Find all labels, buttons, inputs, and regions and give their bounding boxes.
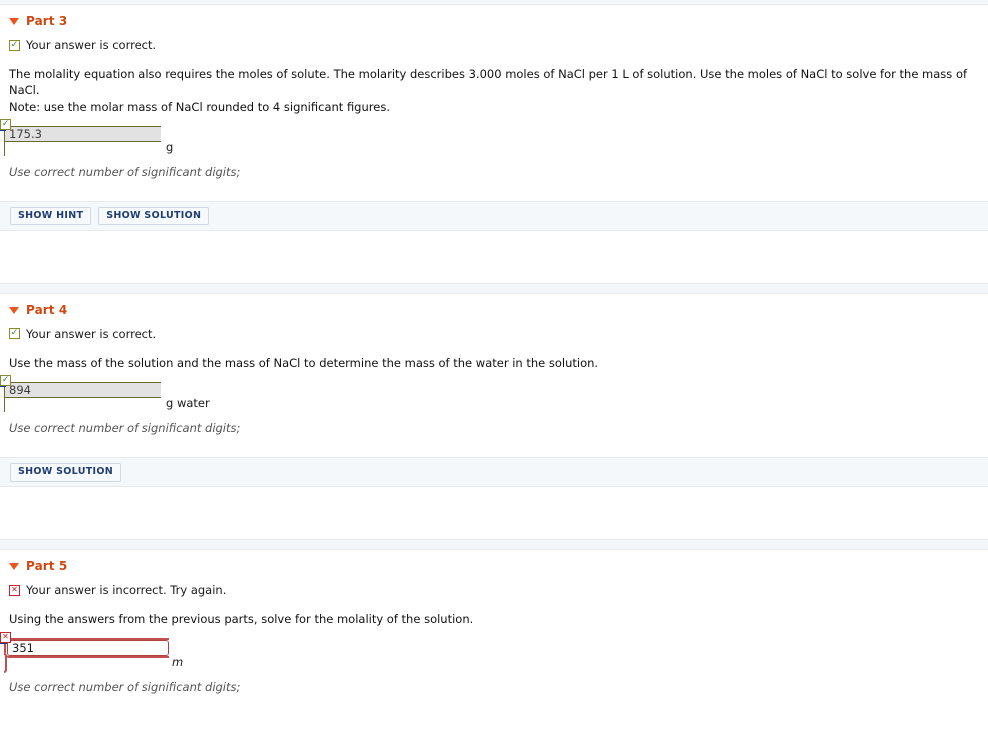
part-3-header[interactable]: Part 3 bbox=[0, 5, 988, 28]
part-5-block: Part 5 ✕ Your answer is incorrect. Try a… bbox=[0, 550, 988, 694]
part-4-answer-row: ✓ g water bbox=[0, 371, 988, 413]
part-3-prompt-line1: The molality equation also requires the … bbox=[9, 67, 968, 98]
show-solution-button[interactable]: SHOW SOLUTION bbox=[98, 206, 210, 226]
part-5-answer-input[interactable] bbox=[7, 639, 169, 656]
part-3-title: Part 3 bbox=[26, 14, 68, 28]
check-icon: ✓ bbox=[9, 328, 20, 340]
part-4-answer-input[interactable] bbox=[5, 383, 161, 398]
part-3-block: Part 3 ✓ Your answer is correct. The mol… bbox=[0, 5, 988, 283]
part-3-sig-note: Use correct number of significant digits… bbox=[9, 164, 241, 179]
part-3-unit-label: g bbox=[166, 139, 174, 154]
part-4-status-text: Your answer is correct. bbox=[26, 326, 157, 341]
part-4-prompt: Use the mass of the solution and the mas… bbox=[0, 341, 969, 371]
divider-part-3-4 bbox=[0, 282, 988, 294]
check-icon: ✓ bbox=[9, 39, 20, 51]
part-5-answer-row: ✕ m bbox=[0, 628, 988, 673]
part-4-sig-note: Use correct number of significant digits… bbox=[9, 421, 241, 436]
cross-icon-field: ✕ bbox=[0, 631, 11, 643]
part-5-header[interactable]: Part 5 bbox=[0, 550, 988, 573]
part-3-input-wrap: ✓ bbox=[0, 118, 161, 156]
part-5-sig-note: Use correct number of significant digits… bbox=[9, 679, 241, 694]
cross-icon: ✕ bbox=[9, 584, 20, 596]
part-5-prompt-line1: Using the answers from the previous part… bbox=[9, 612, 474, 627]
triangle-down-icon[interactable] bbox=[9, 563, 19, 571]
part-5-input-wrap: ✕ bbox=[0, 631, 169, 673]
part-3-prompt-line2: Note: use the molar mass of NaCl rounded… bbox=[9, 99, 390, 114]
part-3-prompt: The molality equation also requires the … bbox=[0, 52, 969, 115]
part-4-bottom-spacer bbox=[0, 487, 988, 539]
part-5-prompt: Using the answers from the previous part… bbox=[0, 597, 969, 627]
triangle-down-icon[interactable] bbox=[9, 306, 19, 314]
part-5-unit-label: m bbox=[172, 654, 184, 669]
part-3-status: ✓ Your answer is correct. bbox=[0, 28, 988, 52]
part-4-unit-label: g water bbox=[166, 396, 210, 411]
part-5-input-shell[interactable] bbox=[0, 634, 169, 673]
part-4-header[interactable]: Part 4 bbox=[0, 294, 988, 317]
part-3-status-text: Your answer is correct. bbox=[26, 38, 157, 52]
part-3-bottom-spacer bbox=[0, 231, 988, 283]
part-3-input-shell[interactable] bbox=[0, 121, 161, 156]
part-3-answer-row: ✓ g bbox=[0, 115, 988, 156]
part-3-action-bar: SHOW HINT SHOW SOLUTION bbox=[0, 200, 988, 231]
part-3-answer-input[interactable] bbox=[5, 126, 161, 141]
part-4-input-shell[interactable] bbox=[0, 378, 161, 413]
part-5-status: ✕ Your answer is incorrect. Try again. bbox=[0, 573, 988, 597]
part-4-input-wrap: ✓ bbox=[0, 375, 161, 413]
part-5-title: Part 5 bbox=[26, 559, 68, 574]
part-4-title: Part 4 bbox=[26, 302, 68, 317]
part-5-status-text: Your answer is incorrect. Try again. bbox=[26, 583, 227, 598]
check-icon-field: ✓ bbox=[0, 118, 11, 130]
part-4-action-bar: SHOW SOLUTION bbox=[0, 457, 988, 488]
show-solution-button[interactable]: SHOW SOLUTION bbox=[10, 463, 121, 482]
check-icon-field: ✓ bbox=[0, 375, 11, 387]
part-4-prompt-line1: Use the mass of the solution and the mas… bbox=[9, 355, 599, 370]
show-hint-button[interactable]: SHOW HINT bbox=[10, 206, 92, 226]
part-4-block: Part 4 ✓ Your answer is correct. Use the… bbox=[0, 294, 988, 539]
triangle-down-icon[interactable] bbox=[9, 18, 19, 25]
part-4-status: ✓ Your answer is correct. bbox=[0, 317, 988, 341]
divider-part-4-5 bbox=[0, 539, 988, 551]
